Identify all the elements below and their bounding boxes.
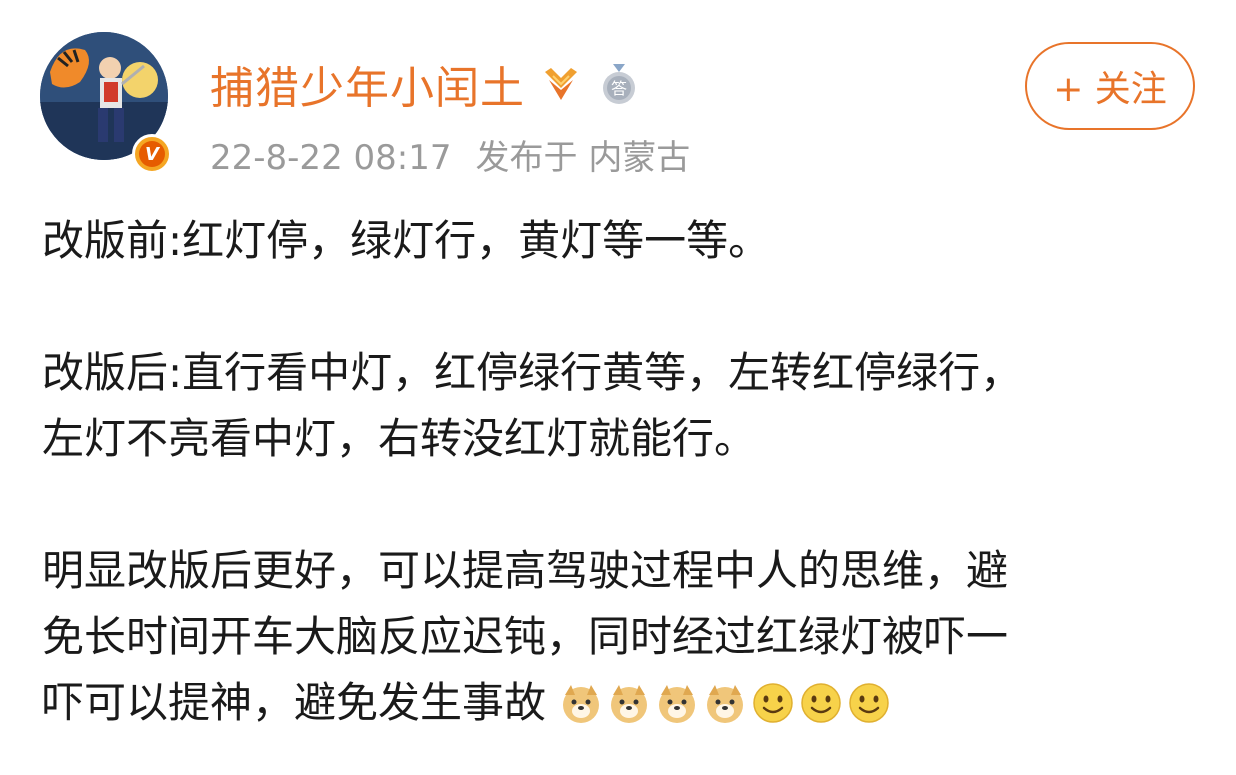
smile-emoji-icon <box>801 683 842 723</box>
smile-emoji-icon <box>849 683 890 723</box>
username[interactable]: 捕猎少年小闰土 <box>210 52 525 116</box>
post-location: 内蒙古 <box>588 138 691 178</box>
post-paragraph-line: 吓可以提神，避免发生事故 <box>42 678 547 727</box>
published-label: 发布于 <box>475 138 578 178</box>
follow-button[interactable]: + 关注 <box>1025 42 1195 130</box>
smile-emoji-icon <box>753 683 794 723</box>
post-last-line: 吓可以提神，避免发生事故 <box>42 670 1202 736</box>
verified-v-icon: V <box>132 134 172 174</box>
gold-medal-icon[interactable] <box>539 62 583 106</box>
post-paragraph-line: 明显改版后更好，可以提高驾驶过程中人的思维，避 <box>42 546 1009 595</box>
emoji-row <box>546 678 895 727</box>
post-paragraph-line: 免长时间开车大脑反应迟钝，同时经过红绿灯被吓一 <box>42 612 1009 661</box>
post-paragraph-line: 左灯不亮看中灯，右转没红灯就能行。 <box>42 414 757 463</box>
post-paragraph: 改版前:红灯停，绿灯行，黄灯等一等。 <box>42 216 771 265</box>
avatar-container[interactable]: V <box>40 32 172 174</box>
username-row: 捕猎少年小闰土 答 <box>210 54 641 114</box>
doge-emoji-icon <box>563 685 600 723</box>
doge-emoji-icon <box>611 685 648 723</box>
post-timestamp: 22-8-22 08:17 <box>210 138 452 178</box>
post-paragraph-line: 改版后:直行看中灯，红停绿行黄等，左转红停绿行， <box>42 348 1023 397</box>
doge-emoji-icon <box>659 685 696 723</box>
svg-text:答: 答 <box>611 79 627 98</box>
post-header: V 捕猎少年小闰土 答 22-8-22 08:17 发布于 内蒙古 + 关注 <box>0 0 1236 200</box>
doge-emoji-icon <box>707 685 744 723</box>
post-meta: 22-8-22 08:17 发布于 内蒙古 <box>210 130 690 179</box>
post-body: 改版前:红灯停，绿灯行，黄灯等一等。 改版后:直行看中灯，红停绿行黄等，左转红停… <box>42 208 1202 736</box>
silver-medal-icon[interactable]: 答 <box>597 62 641 106</box>
